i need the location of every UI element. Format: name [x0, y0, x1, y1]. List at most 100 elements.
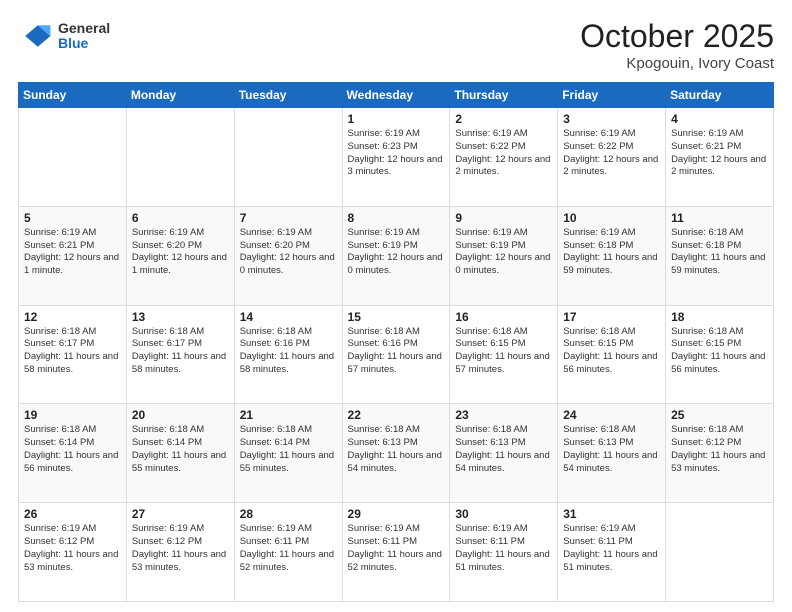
day-info: Sunrise: 6:19 AMSunset: 6:23 PMDaylight:… — [348, 128, 445, 179]
title-block: October 2025 Kpogouin, Ivory Coast — [580, 18, 774, 72]
day-number: 25 — [671, 408, 768, 422]
calendar-cell: 2Sunrise: 6:19 AMSunset: 6:22 PMDaylight… — [450, 108, 558, 207]
day-info: Sunrise: 6:19 AMSunset: 6:11 PMDaylight:… — [348, 523, 445, 574]
day-number: 15 — [348, 310, 445, 324]
calendar-table: SundayMondayTuesdayWednesdayThursdayFrid… — [18, 82, 774, 602]
calendar-cell: 31 Sunrise: 6:19 AMSunset: 6:11 PMDayligh… — [558, 503, 666, 602]
calendar-week-row: 1 Sunrise: 6:19 AMSunset: 6:23 PMDaylight… — [19, 108, 774, 207]
day-number: 1 — [348, 112, 445, 126]
day-info: Sunrise: 6:18 AMSunset: 6:13 PMDaylight:… — [455, 424, 552, 475]
calendar-cell: 19 Sunrise: 6:18 AMSunset: 6:14 PMDayligh… — [19, 404, 127, 503]
day-number: 11 — [671, 211, 768, 225]
day-info: Sunrise: 6:19 AMSunset: 6:11 PMDaylight:… — [563, 523, 660, 574]
calendar-cell: 17Sunrise: 6:18 AMSunset: 6:15 PMDayligh… — [558, 305, 666, 404]
day-info: Sunrise: 6:19 AMSunset: 6:20 PMDaylight:… — [132, 227, 229, 278]
calendar-cell: 16 Sunrise: 6:18 AMSunset: 6:15 PMDayligh… — [450, 305, 558, 404]
day-info: Sunrise: 6:18 AMSunset: 6:16 PMDaylight:… — [348, 326, 445, 377]
logo-icon — [18, 18, 54, 54]
day-number: 18 — [671, 310, 768, 324]
calendar-cell: 11 Sunrise: 6:18 AMSunset: 6:18 PMDayligh… — [666, 206, 774, 305]
calendar-cell: 26Sunrise: 6:19 AMSunset: 6:12 PMDayligh… — [19, 503, 127, 602]
calendar-cell: 18 Sunrise: 6:18 AMSunset: 6:15 PMDayligh… — [666, 305, 774, 404]
day-number: 27 — [132, 507, 229, 521]
day-number: 31 — [563, 507, 660, 521]
calendar-cell: 20 Sunrise: 6:18 AMSunset: 6:14 PMDayligh… — [126, 404, 234, 503]
day-info: Sunrise: 6:18 AMSunset: 6:13 PMDaylight:… — [348, 424, 445, 475]
calendar-cell — [666, 503, 774, 602]
calendar-cell: 23Sunrise: 6:18 AMSunset: 6:13 PMDayligh… — [450, 404, 558, 503]
day-info: Sunrise: 6:19 AMSunset: 6:20 PMDaylight:… — [240, 227, 337, 278]
calendar-cell: 12 Sunrise: 6:18 AMSunset: 6:17 PMDayligh… — [19, 305, 127, 404]
day-number: 6 — [132, 211, 229, 225]
day-number: 10 — [563, 211, 660, 225]
day-number: 16 — [455, 310, 552, 324]
calendar-cell: 22 Sunrise: 6:18 AMSunset: 6:13 PMDayligh… — [342, 404, 450, 503]
day-info: Sunrise: 6:18 AMSunset: 6:16 PMDaylight:… — [240, 326, 337, 377]
day-info: Sunrise: 6:18 AMSunset: 6:14 PMDaylight:… — [24, 424, 121, 475]
calendar-cell: 8Sunrise: 6:19 AMSunset: 6:19 PMDaylight… — [342, 206, 450, 305]
calendar-cell: 24Sunrise: 6:18 AMSunset: 6:13 PMDayligh… — [558, 404, 666, 503]
weekday-header: Friday — [558, 83, 666, 108]
day-info: Sunrise: 6:19 AMSunset: 6:19 PMDaylight:… — [455, 227, 552, 278]
day-info: Sunrise: 6:19 AMSunset: 6:11 PMDaylight:… — [240, 523, 337, 574]
day-number: 21 — [240, 408, 337, 422]
weekday-header: Tuesday — [234, 83, 342, 108]
day-number: 30 — [455, 507, 552, 521]
day-number: 3 — [563, 112, 660, 126]
day-info: Sunrise: 6:19 AMSunset: 6:21 PMDaylight:… — [24, 227, 121, 278]
day-number: 12 — [24, 310, 121, 324]
day-number: 20 — [132, 408, 229, 422]
calendar-cell: 10 Sunrise: 6:19 AMSunset: 6:18 PMDayligh… — [558, 206, 666, 305]
day-number: 19 — [24, 408, 121, 422]
day-number: 24 — [563, 408, 660, 422]
day-info: Sunrise: 6:18 AMSunset: 6:12 PMDaylight:… — [671, 424, 768, 475]
day-info: Sunrise: 6:18 AMSunset: 6:15 PMDaylight:… — [671, 326, 768, 377]
calendar-cell: 1 Sunrise: 6:19 AMSunset: 6:23 PMDaylight… — [342, 108, 450, 207]
calendar-cell — [19, 108, 127, 207]
day-info: Sunrise: 6:18 AMSunset: 6:17 PMDaylight:… — [132, 326, 229, 377]
page-title: October 2025 — [580, 18, 774, 55]
day-number: 22 — [348, 408, 445, 422]
day-number: 4 — [671, 112, 768, 126]
calendar-cell — [234, 108, 342, 207]
day-number: 5 — [24, 211, 121, 225]
calendar-cell: 29 Sunrise: 6:19 AMSunset: 6:11 PMDayligh… — [342, 503, 450, 602]
calendar-cell: 25 Sunrise: 6:18 AMSunset: 6:12 PMDayligh… — [666, 404, 774, 503]
weekday-header: Monday — [126, 83, 234, 108]
calendar-week-row: 12 Sunrise: 6:18 AMSunset: 6:17 PMDayligh… — [19, 305, 774, 404]
day-info: Sunrise: 6:18 AMSunset: 6:15 PMDaylight:… — [455, 326, 552, 377]
calendar-cell: 7 Sunrise: 6:19 AMSunset: 6:20 PMDaylight… — [234, 206, 342, 305]
calendar-cell: 30 Sunrise: 6:19 AMSunset: 6:11 PMDayligh… — [450, 503, 558, 602]
day-info: Sunrise: 6:19 AMSunset: 6:11 PMDaylight:… — [455, 523, 552, 574]
day-info: Sunrise: 6:19 AMSunset: 6:22 PMDaylight:… — [563, 128, 660, 179]
day-info: Sunrise: 6:18 AMSunset: 6:18 PMDaylight:… — [671, 227, 768, 278]
day-info: Sunrise: 6:18 AMSunset: 6:14 PMDaylight:… — [132, 424, 229, 475]
calendar-cell: 28Sunrise: 6:19 AMSunset: 6:11 PMDayligh… — [234, 503, 342, 602]
day-info: Sunrise: 6:19 AMSunset: 6:19 PMDaylight:… — [348, 227, 445, 278]
header: General Blue October 2025 Kpogouin, Ivor… — [18, 18, 774, 72]
day-number: 14 — [240, 310, 337, 324]
calendar-cell: 9 Sunrise: 6:19 AMSunset: 6:19 PMDaylight… — [450, 206, 558, 305]
day-number: 7 — [240, 211, 337, 225]
day-info: Sunrise: 6:18 AMSunset: 6:14 PMDaylight:… — [240, 424, 337, 475]
day-info: Sunrise: 6:19 AMSunset: 6:12 PMDaylight:… — [132, 523, 229, 574]
weekday-header-row: SundayMondayTuesdayWednesdayThursdayFrid… — [19, 83, 774, 108]
page: General Blue October 2025 Kpogouin, Ivor… — [0, 0, 792, 612]
calendar-week-row: 19 Sunrise: 6:18 AMSunset: 6:14 PMDayligh… — [19, 404, 774, 503]
day-info: Sunrise: 6:19 AMSunset: 6:21 PMDaylight:… — [671, 128, 768, 179]
weekday-header: Saturday — [666, 83, 774, 108]
day-info: Sunrise: 6:18 AMSunset: 6:15 PMDaylight:… — [563, 326, 660, 377]
calendar-cell: 15 Sunrise: 6:18 AMSunset: 6:16 PMDayligh… — [342, 305, 450, 404]
weekday-header: Wednesday — [342, 83, 450, 108]
calendar-cell: 4 Sunrise: 6:19 AMSunset: 6:21 PMDaylight… — [666, 108, 774, 207]
calendar-cell — [126, 108, 234, 207]
day-number: 9 — [455, 211, 552, 225]
calendar-week-row: 5 Sunrise: 6:19 AMSunset: 6:21 PMDaylight… — [19, 206, 774, 305]
calendar-cell: 5 Sunrise: 6:19 AMSunset: 6:21 PMDaylight… — [19, 206, 127, 305]
day-number: 29 — [348, 507, 445, 521]
calendar-cell: 3 Sunrise: 6:19 AMSunset: 6:22 PMDaylight… — [558, 108, 666, 207]
weekday-header: Sunday — [19, 83, 127, 108]
day-info: Sunrise: 6:18 AMSunset: 6:17 PMDaylight:… — [24, 326, 121, 377]
calendar-cell: 14 Sunrise: 6:18 AMSunset: 6:16 PMDayligh… — [234, 305, 342, 404]
day-info: Sunrise: 6:19 AMSunset: 6:18 PMDaylight:… — [563, 227, 660, 278]
